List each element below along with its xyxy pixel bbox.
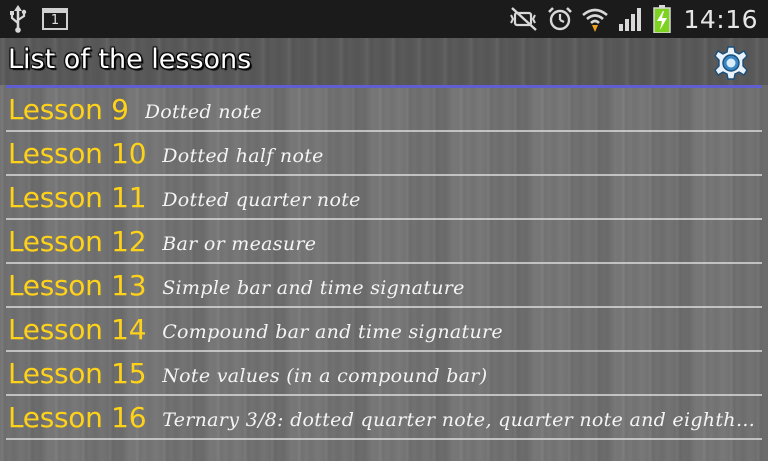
lesson-title: Compound bar and time signature — [162, 321, 503, 343]
lesson-number: Lesson 9 — [8, 92, 129, 126]
list-item[interactable]: Lesson 11 Dotted quarter note — [6, 176, 762, 220]
lesson-number: Lesson 15 — [8, 356, 147, 390]
usb-icon — [8, 5, 28, 33]
mute-icon — [509, 6, 539, 32]
notification-count: 1 — [50, 13, 60, 28]
status-bar: 1 14:16 — [0, 0, 768, 38]
signal-icon — [617, 6, 645, 32]
lesson-title: Bar or measure — [162, 233, 317, 255]
alarm-icon — [547, 6, 573, 32]
battery-charging-icon — [653, 5, 672, 33]
lesson-number: Lesson 11 — [8, 180, 147, 214]
gear-icon — [714, 46, 748, 80]
list-item[interactable]: Lesson 9 Dotted note — [6, 88, 762, 132]
notification-box-icon: 1 — [42, 8, 68, 30]
list-item[interactable]: Lesson 14 Compound bar and time signatur… — [6, 308, 762, 352]
list-item[interactable]: Lesson 10 Dotted half note — [6, 132, 762, 176]
lesson-title: Dotted half note — [162, 145, 324, 167]
list-item[interactable]: Lesson 15 Note values (in a compound bar… — [6, 352, 762, 396]
page-title: List of the lessons — [8, 44, 252, 75]
clock-time: 14:16 — [683, 4, 758, 34]
lesson-title: Note values (in a compound bar) — [162, 365, 488, 387]
list-item[interactable]: Lesson 13 Simple bar and time signature — [6, 264, 762, 308]
lesson-number: Lesson 12 — [8, 224, 147, 258]
app-screen: List of the lessons Lesson 9 Dotted note… — [0, 38, 768, 461]
list-item[interactable]: Lesson 12 Bar or measure — [6, 220, 762, 264]
wifi-icon — [581, 5, 609, 33]
title-bar: List of the lessons — [0, 38, 768, 85]
lesson-title: Dotted quarter note — [162, 189, 361, 211]
lesson-title: Dotted note — [144, 101, 262, 123]
lesson-number: Lesson 13 — [8, 268, 147, 302]
lesson-title: Simple bar and time signature — [162, 277, 465, 299]
lesson-number: Lesson 14 — [8, 312, 147, 346]
lesson-title: Ternary 3/8: dotted quarter note, quarte… — [162, 409, 762, 431]
lesson-number: Lesson 16 — [8, 400, 147, 434]
lesson-number: Lesson 10 — [8, 136, 147, 170]
list-item[interactable]: Lesson 16 Ternary 3/8: dotted quarter no… — [6, 396, 762, 440]
settings-button[interactable] — [712, 44, 750, 82]
lesson-list[interactable]: Lesson 9 Dotted note Lesson 10 Dotted ha… — [6, 88, 762, 461]
